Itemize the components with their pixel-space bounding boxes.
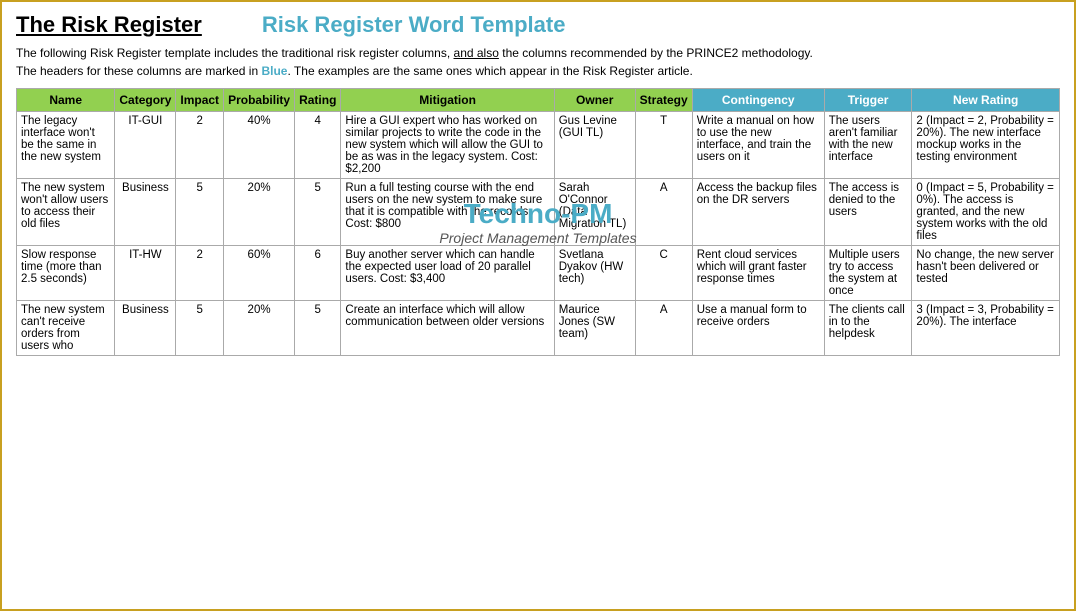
cell-impact-1: 2 [176, 112, 224, 179]
cell-probability-4: 20% [224, 301, 295, 356]
cell-contingency-1: Write a manual on how to use the new int… [692, 112, 824, 179]
cell-trigger-4: The clients call in to the helpdesk [824, 301, 912, 356]
cell-name-4: The new system can't receive orders from… [17, 301, 115, 356]
col-header-category: Category [115, 89, 176, 112]
main-title: The Risk Register [16, 12, 202, 38]
cell-probability-3: 60% [224, 246, 295, 301]
description: The following Risk Register template inc… [16, 44, 1060, 80]
cell-mitigation-4: Create an interface which will allow com… [341, 301, 554, 356]
cell-mitigation-1: Hire a GUI expert who has worked on simi… [341, 112, 554, 179]
cell-rating-2: 5 [295, 179, 341, 246]
sub-title: Risk Register Word Template [262, 12, 566, 38]
table-header-row: Name Category Impact Probability Rating … [17, 89, 1060, 112]
cell-category-3: IT-HW [115, 246, 176, 301]
table-row: The new system won't allow users to acce… [17, 179, 1060, 246]
cell-trigger-2: The access is denied to the users [824, 179, 912, 246]
col-header-rating: Rating [295, 89, 341, 112]
col-header-new-rating: New Rating [912, 89, 1060, 112]
cell-contingency-4: Use a manual form to receive orders [692, 301, 824, 356]
header: The Risk Register Risk Register Word Tem… [16, 12, 1060, 38]
cell-name-2: The new system won't allow users to acce… [17, 179, 115, 246]
cell-new-rating-4: 3 (Impact = 3, Probability = 20%). The i… [912, 301, 1060, 356]
cell-mitigation-3: Buy another server which can handle the … [341, 246, 554, 301]
cell-owner-3: Svetlana Dyakov (HW tech) [554, 246, 635, 301]
cell-rating-4: 5 [295, 301, 341, 356]
cell-category-1: IT-GUI [115, 112, 176, 179]
col-header-contingency: Contingency [692, 89, 824, 112]
cell-contingency-2: Access the backup files on the DR server… [692, 179, 824, 246]
cell-owner-1: Gus Levine (GUI TL) [554, 112, 635, 179]
cell-impact-4: 5 [176, 301, 224, 356]
cell-impact-3: 2 [176, 246, 224, 301]
cell-strategy-4: A [635, 301, 692, 356]
cell-mitigation-2: Run a full testing course with the end u… [341, 179, 554, 246]
cell-owner-4: Maurice Jones (SW team) [554, 301, 635, 356]
risk-table: Name Category Impact Probability Rating … [16, 88, 1060, 356]
col-header-trigger: Trigger [824, 89, 912, 112]
cell-category-4: Business [115, 301, 176, 356]
cell-strategy-3: C [635, 246, 692, 301]
cell-rating-1: 4 [295, 112, 341, 179]
col-header-owner: Owner [554, 89, 635, 112]
table-row: Slow response time (more than 2.5 second… [17, 246, 1060, 301]
cell-trigger-1: The users aren't familiar with the new i… [824, 112, 912, 179]
table-row: The legacy interface won't be the same i… [17, 112, 1060, 179]
cell-name-1: The legacy interface won't be the same i… [17, 112, 115, 179]
cell-new-rating-2: 0 (Impact = 5, Probability = 0%). The ac… [912, 179, 1060, 246]
table-row: The new system can't receive orders from… [17, 301, 1060, 356]
cell-trigger-3: Multiple users try to access the system … [824, 246, 912, 301]
cell-strategy-1: T [635, 112, 692, 179]
cell-name-3: Slow response time (more than 2.5 second… [17, 246, 115, 301]
cell-strategy-2: A [635, 179, 692, 246]
cell-probability-2: 20% [224, 179, 295, 246]
cell-rating-3: 6 [295, 246, 341, 301]
col-header-strategy: Strategy [635, 89, 692, 112]
cell-new-rating-1: 2 (Impact = 2, Probability = 20%). The n… [912, 112, 1060, 179]
cell-probability-1: 40% [224, 112, 295, 179]
description-line1: The following Risk Register template inc… [16, 44, 1060, 62]
col-header-mitigation: Mitigation [341, 89, 554, 112]
table-container: Techno-PM Project Management Templates N… [16, 88, 1060, 356]
cell-contingency-3: Rent cloud services which will grant fas… [692, 246, 824, 301]
col-header-name: Name [17, 89, 115, 112]
col-header-impact: Impact [176, 89, 224, 112]
cell-impact-2: 5 [176, 179, 224, 246]
description-line2: The headers for these columns are marked… [16, 62, 1060, 80]
cell-owner-2: Sarah O'Connor (Data Migration TL) [554, 179, 635, 246]
cell-new-rating-3: No change, the new server hasn't been de… [912, 246, 1060, 301]
cell-category-2: Business [115, 179, 176, 246]
col-header-probability: Probability [224, 89, 295, 112]
